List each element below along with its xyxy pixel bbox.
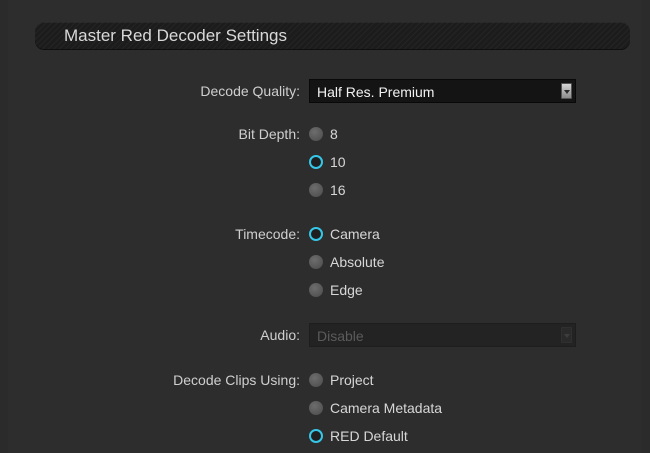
dropdown-arrow-icon <box>561 327 572 343</box>
settings-panel <box>8 0 642 453</box>
radio-label: Camera Metadata <box>330 400 443 416</box>
radio-selected-icon[interactable] <box>309 227 323 241</box>
radio-icon[interactable] <box>309 283 323 297</box>
radio-label: Camera <box>330 226 380 242</box>
radio-label: 10 <box>330 154 346 170</box>
radio-icon[interactable] <box>309 255 323 269</box>
timecode-label: Timecode: <box>235 226 300 242</box>
dropdown-arrow-icon[interactable] <box>561 83 572 99</box>
radio-icon[interactable] <box>309 373 323 387</box>
audio-dropdown: Disable <box>309 323 576 347</box>
radio-selected-icon[interactable] <box>309 429 323 443</box>
radio-label: Project <box>330 372 374 388</box>
section-title: Master Red Decoder Settings <box>64 26 287 45</box>
section-header: Master Red Decoder Settings <box>35 22 630 50</box>
radio-label: Edge <box>330 282 363 298</box>
bit-depth-label: Bit Depth: <box>238 126 300 142</box>
decode-quality-value: Half Res. Premium <box>317 84 435 100</box>
decode-quality-label: Decode Quality: <box>200 83 300 99</box>
audio-value: Disable <box>317 328 364 344</box>
radio-icon[interactable] <box>309 183 323 197</box>
radio-label: Absolute <box>330 254 385 270</box>
radio-label: 16 <box>330 182 346 198</box>
audio-label: Audio: <box>260 327 300 343</box>
decode-quality-dropdown[interactable]: Half Res. Premium <box>309 79 576 103</box>
radio-label: RED Default <box>330 428 408 444</box>
radio-icon[interactable] <box>309 401 323 415</box>
decode-clips-using-label: Decode Clips Using: <box>173 372 300 388</box>
radio-icon[interactable] <box>309 127 323 141</box>
radio-selected-icon[interactable] <box>309 155 323 169</box>
radio-label: 8 <box>330 126 338 142</box>
